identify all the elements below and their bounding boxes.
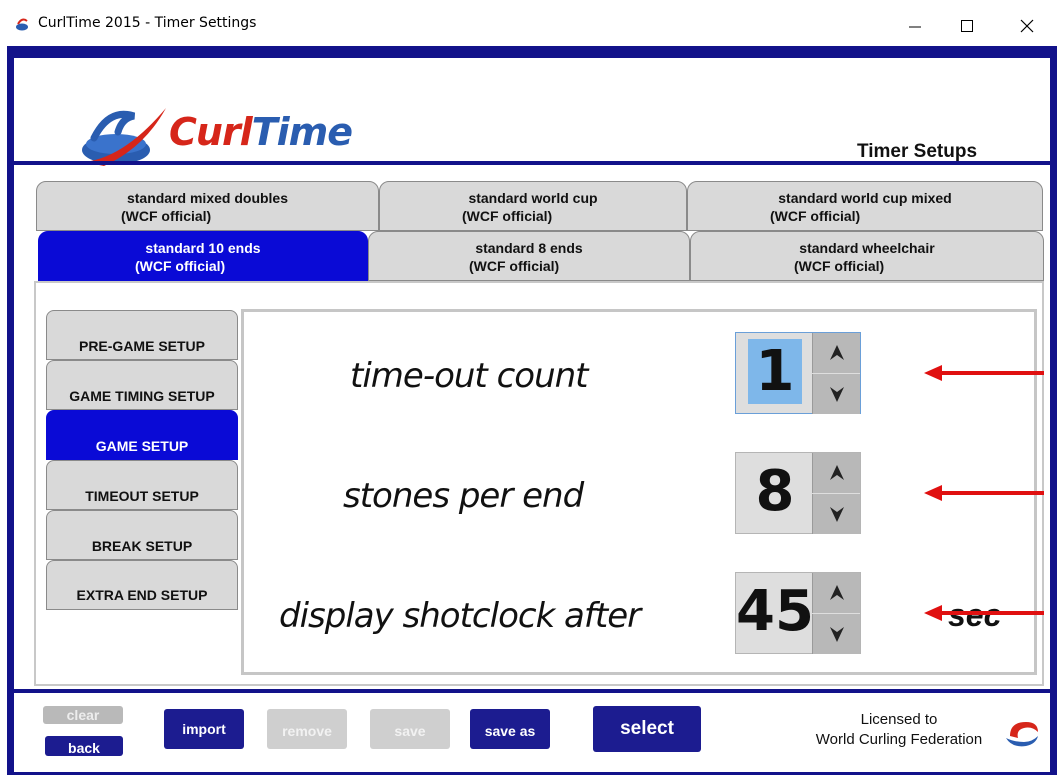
sidebar-item-game-timing-setup[interactable]: GAME TIMING SETUP [46, 360, 238, 410]
license-line-2: World Curling Federation [815, 731, 983, 748]
clear-button[interactable]: clear [43, 706, 123, 724]
sidebar-item-timeout-setup[interactable]: TIMEOUT SETUP [46, 460, 238, 510]
preset-tabs-row-1: standard mixed doubles (WCF official) st… [36, 181, 1044, 231]
maximize-icon [961, 20, 973, 32]
header-divider [14, 161, 1050, 165]
import-button[interactable]: import [164, 709, 244, 749]
sidebar-item-label: EXTRA END SETUP [76, 587, 208, 603]
sidebar-item-label: BREAK SETUP [91, 538, 193, 554]
minimize-button[interactable] [893, 10, 939, 40]
sidebar-item-label: TIMEOUT SETUP [85, 488, 199, 504]
field-label-timeout-count: time-out count [350, 356, 588, 396]
tab-sublabel: (WCF official) [794, 258, 885, 274]
shotclock-delay-value[interactable]: 45 [736, 579, 814, 644]
back-button[interactable]: back [45, 736, 123, 756]
tab-sublabel: (WCF official) [135, 258, 226, 274]
license-notice: Licensed to World Curling Federation [794, 710, 1004, 750]
select-button[interactable]: select [593, 706, 701, 752]
curltime-logo: CurlTime [74, 88, 354, 188]
arrow-left-icon [924, 485, 1044, 501]
logo-text-curl: Curl [169, 110, 253, 154]
page-title: Timer Setups [857, 141, 978, 162]
tab-standard-wheelchair[interactable]: standard wheelchair (WCF official) [690, 231, 1044, 281]
sidebar-item-game-setup[interactable]: GAME SETUP [46, 410, 238, 460]
tab-standard-world-cup[interactable]: standard world cup (WCF official) [379, 181, 687, 231]
preset-tabs-row-2: standard 10 ends (WCF official) standard… [36, 231, 1044, 281]
window-title: CurlTime 2015 - Timer Settings [38, 15, 257, 31]
arrow-up-icon [830, 465, 844, 480]
app-content: CurlTime Timer Setups standard mixed dou… [14, 58, 1050, 772]
arrow-left-icon [924, 365, 1044, 381]
tab-standard-8-ends[interactable]: standard 8 ends (WCF official) [368, 231, 690, 281]
field-label-display-shotclock-after: display shotclock after [279, 596, 641, 636]
app-frame: CurlTime Timer Setups standard mixed dou… [7, 46, 1057, 775]
tab-sublabel: (WCF official) [121, 208, 212, 224]
game-setup-content: time-out count 1 stones per end 8 displa… [241, 309, 1044, 675]
remove-button[interactable]: remove [267, 709, 347, 749]
arrow-down-icon [830, 507, 844, 522]
timeout-count-stepper[interactable]: 1 [735, 332, 861, 414]
timeout-count-value[interactable]: 1 [736, 339, 814, 404]
field-label-stones-per-end: stones per end [343, 476, 584, 516]
save-as-button[interactable]: save as [470, 709, 550, 749]
sidebar-item-break-setup[interactable]: BREAK SETUP [46, 510, 238, 560]
increment-button[interactable] [812, 453, 860, 493]
tab-label: standard wheelchair [799, 240, 935, 256]
footer-divider [14, 689, 1050, 693]
wcf-logo-icon [1006, 722, 1038, 747]
tab-label: standard world cup mixed [778, 190, 952, 206]
curling-stone-logo-icon [82, 108, 166, 166]
arrow-left-icon [924, 605, 1044, 621]
decrement-button[interactable] [812, 494, 860, 534]
close-button[interactable] [1005, 10, 1051, 40]
increment-button[interactable] [812, 573, 860, 613]
tab-standard-10-ends[interactable]: standard 10 ends (WCF official) [38, 231, 368, 281]
sidebar-item-extra-end-setup[interactable]: EXTRA END SETUP [46, 560, 238, 610]
sidebar-item-label: PRE-GAME SETUP [78, 338, 205, 354]
arrow-up-icon [830, 585, 844, 600]
minimize-icon [909, 26, 921, 28]
save-button[interactable]: save [370, 709, 450, 749]
decrement-button[interactable] [812, 374, 860, 414]
logo-text-time: Time [251, 110, 353, 154]
sidebar-item-pre-game-setup[interactable]: PRE-GAME SETUP [46, 310, 238, 360]
license-line-1: Licensed to [860, 711, 938, 728]
tab-standard-mixed-doubles[interactable]: standard mixed doubles (WCF official) [36, 181, 379, 231]
arrow-down-icon [830, 387, 844, 402]
settings-panel: PRE-GAME SETUP GAME TIMING SETUP GAME SE… [34, 281, 1044, 686]
sidebar-item-label: GAME TIMING SETUP [69, 388, 215, 404]
close-icon [1020, 19, 1034, 33]
tab-label: standard mixed doubles [126, 190, 289, 206]
curling-stone-icon [16, 18, 28, 31]
arrow-down-icon [830, 627, 844, 642]
shotclock-delay-stepper[interactable]: 45 [735, 572, 861, 654]
decrement-button[interactable] [812, 614, 860, 654]
tab-label: standard world cup [468, 190, 598, 206]
stones-per-end-stepper[interactable]: 8 [735, 452, 861, 534]
tab-standard-world-cup-mixed[interactable]: standard world cup mixed (WCF official) [687, 181, 1043, 231]
tab-label: standard 8 ends [475, 240, 583, 256]
tab-label: standard 10 ends [145, 240, 261, 256]
sidebar-item-label: GAME SETUP [95, 438, 189, 454]
arrow-up-icon [830, 345, 844, 360]
tab-sublabel: (WCF official) [462, 208, 553, 224]
logo-wordmark: CurlTime [169, 110, 353, 154]
maximize-button[interactable] [945, 10, 991, 40]
tab-sublabel: (WCF official) [469, 258, 560, 274]
tab-sublabel: (WCF official) [770, 208, 861, 224]
timeout-count-selected-text: 1 [747, 339, 803, 404]
increment-button[interactable] [812, 333, 860, 373]
stones-per-end-value[interactable]: 8 [736, 459, 814, 524]
title-bar: CurlTime 2015 - Timer Settings [0, 0, 1063, 46]
